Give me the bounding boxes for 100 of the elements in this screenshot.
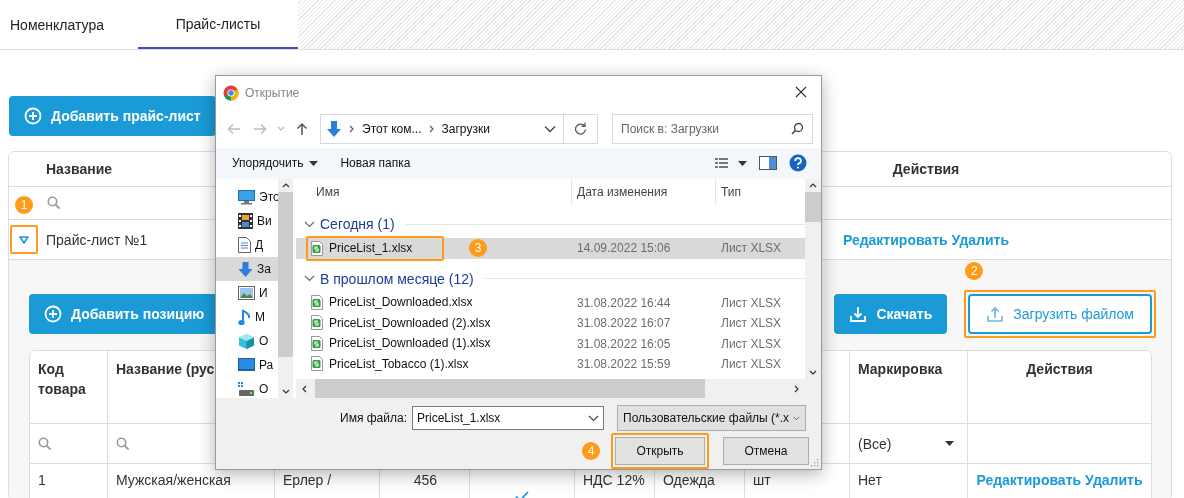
file-name-field[interactable]: PriceList_1.xlsx bbox=[412, 406, 604, 430]
table-cell: Ерлер / bbox=[283, 472, 332, 488]
file-type-dropdown[interactable]: Пользовательские файлы (*.x bbox=[617, 405, 806, 431]
column-header: Название (рус bbox=[116, 361, 215, 377]
group-header[interactable]: Сегодня (1) bbox=[320, 216, 395, 232]
arrow-left-icon bbox=[227, 122, 241, 135]
scrollbar[interactable] bbox=[278, 179, 293, 398]
new-folder-button[interactable]: Новая папка bbox=[332, 152, 419, 175]
file-type: Лист XLSX bbox=[720, 241, 783, 256]
file-row[interactable]: PriceList_Downloaded.xlsx 31.08.2022 16:44 Лист XLSX bbox=[296, 292, 805, 313]
scrollbar[interactable] bbox=[296, 379, 805, 398]
arrow-right-icon bbox=[253, 122, 267, 135]
nav-item[interactable]: О bbox=[216, 377, 278, 398]
chevron-down-icon bbox=[544, 124, 556, 133]
cube-icon bbox=[238, 332, 255, 350]
file-type: Лист XLSX bbox=[720, 357, 783, 372]
pricelist-name: Прайс-лист №1 bbox=[46, 231, 148, 248]
search-icon bbox=[38, 436, 52, 451]
scrollbar-thumb[interactable] bbox=[278, 192, 293, 357]
file-date: 31.08.2022 16:05 bbox=[576, 336, 672, 351]
preview-pane-icon bbox=[759, 156, 777, 171]
window-title: Открытие bbox=[245, 86, 300, 100]
document-icon bbox=[238, 237, 251, 253]
chevron-down-icon bbox=[277, 126, 285, 132]
spreadsheet-file-icon bbox=[311, 335, 323, 351]
search-field[interactable]: Поиск в: Загрузки bbox=[612, 113, 813, 144]
scroll-left-icon bbox=[302, 384, 307, 393]
file-row[interactable]: PriceList_Downloaded (2).xlsx 31.08.2022 16:07 Лист XLSX bbox=[296, 313, 805, 334]
column-header[interactable]: Имя bbox=[296, 179, 571, 204]
file-date: 14.09.2022 15:06 bbox=[576, 241, 672, 256]
nav-item[interactable]: Ви bbox=[216, 209, 278, 233]
table-cell: Одежда bbox=[663, 472, 715, 488]
file-type: Лист XLSX bbox=[720, 295, 783, 310]
help-icon bbox=[789, 154, 807, 173]
chevron-down-icon bbox=[588, 414, 599, 422]
computer-icon bbox=[238, 189, 255, 205]
filter-dropdown[interactable]: (Все) bbox=[858, 435, 954, 452]
search-icon bbox=[791, 121, 804, 135]
scrollbar[interactable] bbox=[805, 179, 821, 379]
spreadsheet-file-icon bbox=[311, 315, 323, 331]
resize-grip-icon bbox=[811, 459, 819, 467]
upload-icon bbox=[986, 305, 1005, 323]
file-type: Лист XLSX bbox=[720, 336, 783, 351]
chevron-icon bbox=[349, 124, 355, 133]
column-header: Действия bbox=[892, 161, 960, 177]
file-row[interactable]: PriceList_1.xlsx 3 14.09.2022 15:06 Лист XLSX bbox=[296, 238, 805, 259]
nav-item[interactable]: За bbox=[216, 257, 278, 281]
open-button[interactable]: Открыть bbox=[615, 437, 705, 465]
caret-icon bbox=[19, 235, 29, 244]
refresh-icon bbox=[574, 122, 587, 136]
chevron-down-icon bbox=[304, 220, 315, 228]
file-row[interactable]: PriceList_Downloaded (1).xlsx 31.08.2022 16:05 Лист XLSX bbox=[296, 333, 805, 354]
table-cell: НДС 12% bbox=[583, 472, 645, 488]
file-type: Лист XLSX bbox=[720, 316, 783, 331]
scroll-down-icon bbox=[281, 389, 290, 394]
step-badge: 1 bbox=[15, 196, 33, 214]
file-row[interactable]: PriceList_Tobacco (1).xlsx 31.08.2022 15:59 Лист XLSX bbox=[296, 354, 805, 375]
caret-icon bbox=[945, 441, 954, 446]
path-segment[interactable]: Загрузки bbox=[441, 121, 490, 136]
desktop-icon bbox=[238, 358, 255, 372]
file-date: 31.08.2022 16:44 bbox=[576, 295, 672, 310]
file-name: PriceList_Downloaded (1).xlsx bbox=[329, 336, 491, 351]
cancel-button[interactable]: Отмена bbox=[723, 437, 809, 465]
close-icon bbox=[795, 85, 807, 98]
image-icon bbox=[238, 286, 255, 300]
download-icon bbox=[849, 305, 868, 323]
spreadsheet-file-icon bbox=[311, 356, 323, 372]
group-header[interactable]: В прошлом месяце (12) bbox=[320, 270, 474, 287]
scroll-right-icon bbox=[794, 384, 799, 393]
column-header: Название bbox=[45, 161, 113, 177]
column-header: Действия bbox=[1026, 361, 1093, 377]
spreadsheet-file-icon bbox=[311, 240, 323, 256]
step-badge: 3 bbox=[469, 239, 487, 257]
nav-item[interactable]: Ра bbox=[216, 353, 278, 377]
scroll-up-icon bbox=[809, 183, 817, 188]
search-icon bbox=[116, 436, 130, 451]
column-header: Код товара bbox=[38, 361, 86, 397]
browser-icon bbox=[223, 85, 239, 101]
table-cell: 456 bbox=[413, 472, 437, 488]
chevron-down-icon bbox=[304, 275, 315, 282]
file-name: PriceList_Downloaded (2).xlsx bbox=[329, 315, 491, 330]
column-header[interactable]: Дата изменения bbox=[571, 179, 715, 204]
organize-menu[interactable]: Упорядочить bbox=[224, 152, 327, 175]
plus-circle-icon bbox=[24, 107, 42, 125]
chevron-icon bbox=[428, 124, 435, 133]
column-header: Маркировка bbox=[858, 361, 943, 377]
scroll-down-icon bbox=[809, 370, 817, 375]
scrollbar-thumb[interactable] bbox=[805, 192, 821, 222]
film-icon bbox=[238, 213, 253, 229]
scrollbar-thumb[interactable] bbox=[315, 379, 705, 398]
plus-circle-icon bbox=[44, 305, 62, 323]
file-name: PriceList_Downloaded.xlsx bbox=[329, 295, 473, 310]
step-badge: 4 bbox=[582, 442, 600, 460]
table-cell: шт bbox=[753, 472, 771, 488]
file-name: PriceList_1.xlsx bbox=[329, 241, 413, 256]
file-date: 31.08.2022 15:59 bbox=[576, 357, 672, 372]
nav-item[interactable]: Д bbox=[216, 233, 278, 257]
file-name-label: Имя файла: bbox=[340, 411, 407, 425]
address-bar[interactable]: Этот ком... Загрузки bbox=[320, 113, 598, 144]
path-segment[interactable]: Этот ком... bbox=[362, 121, 422, 136]
